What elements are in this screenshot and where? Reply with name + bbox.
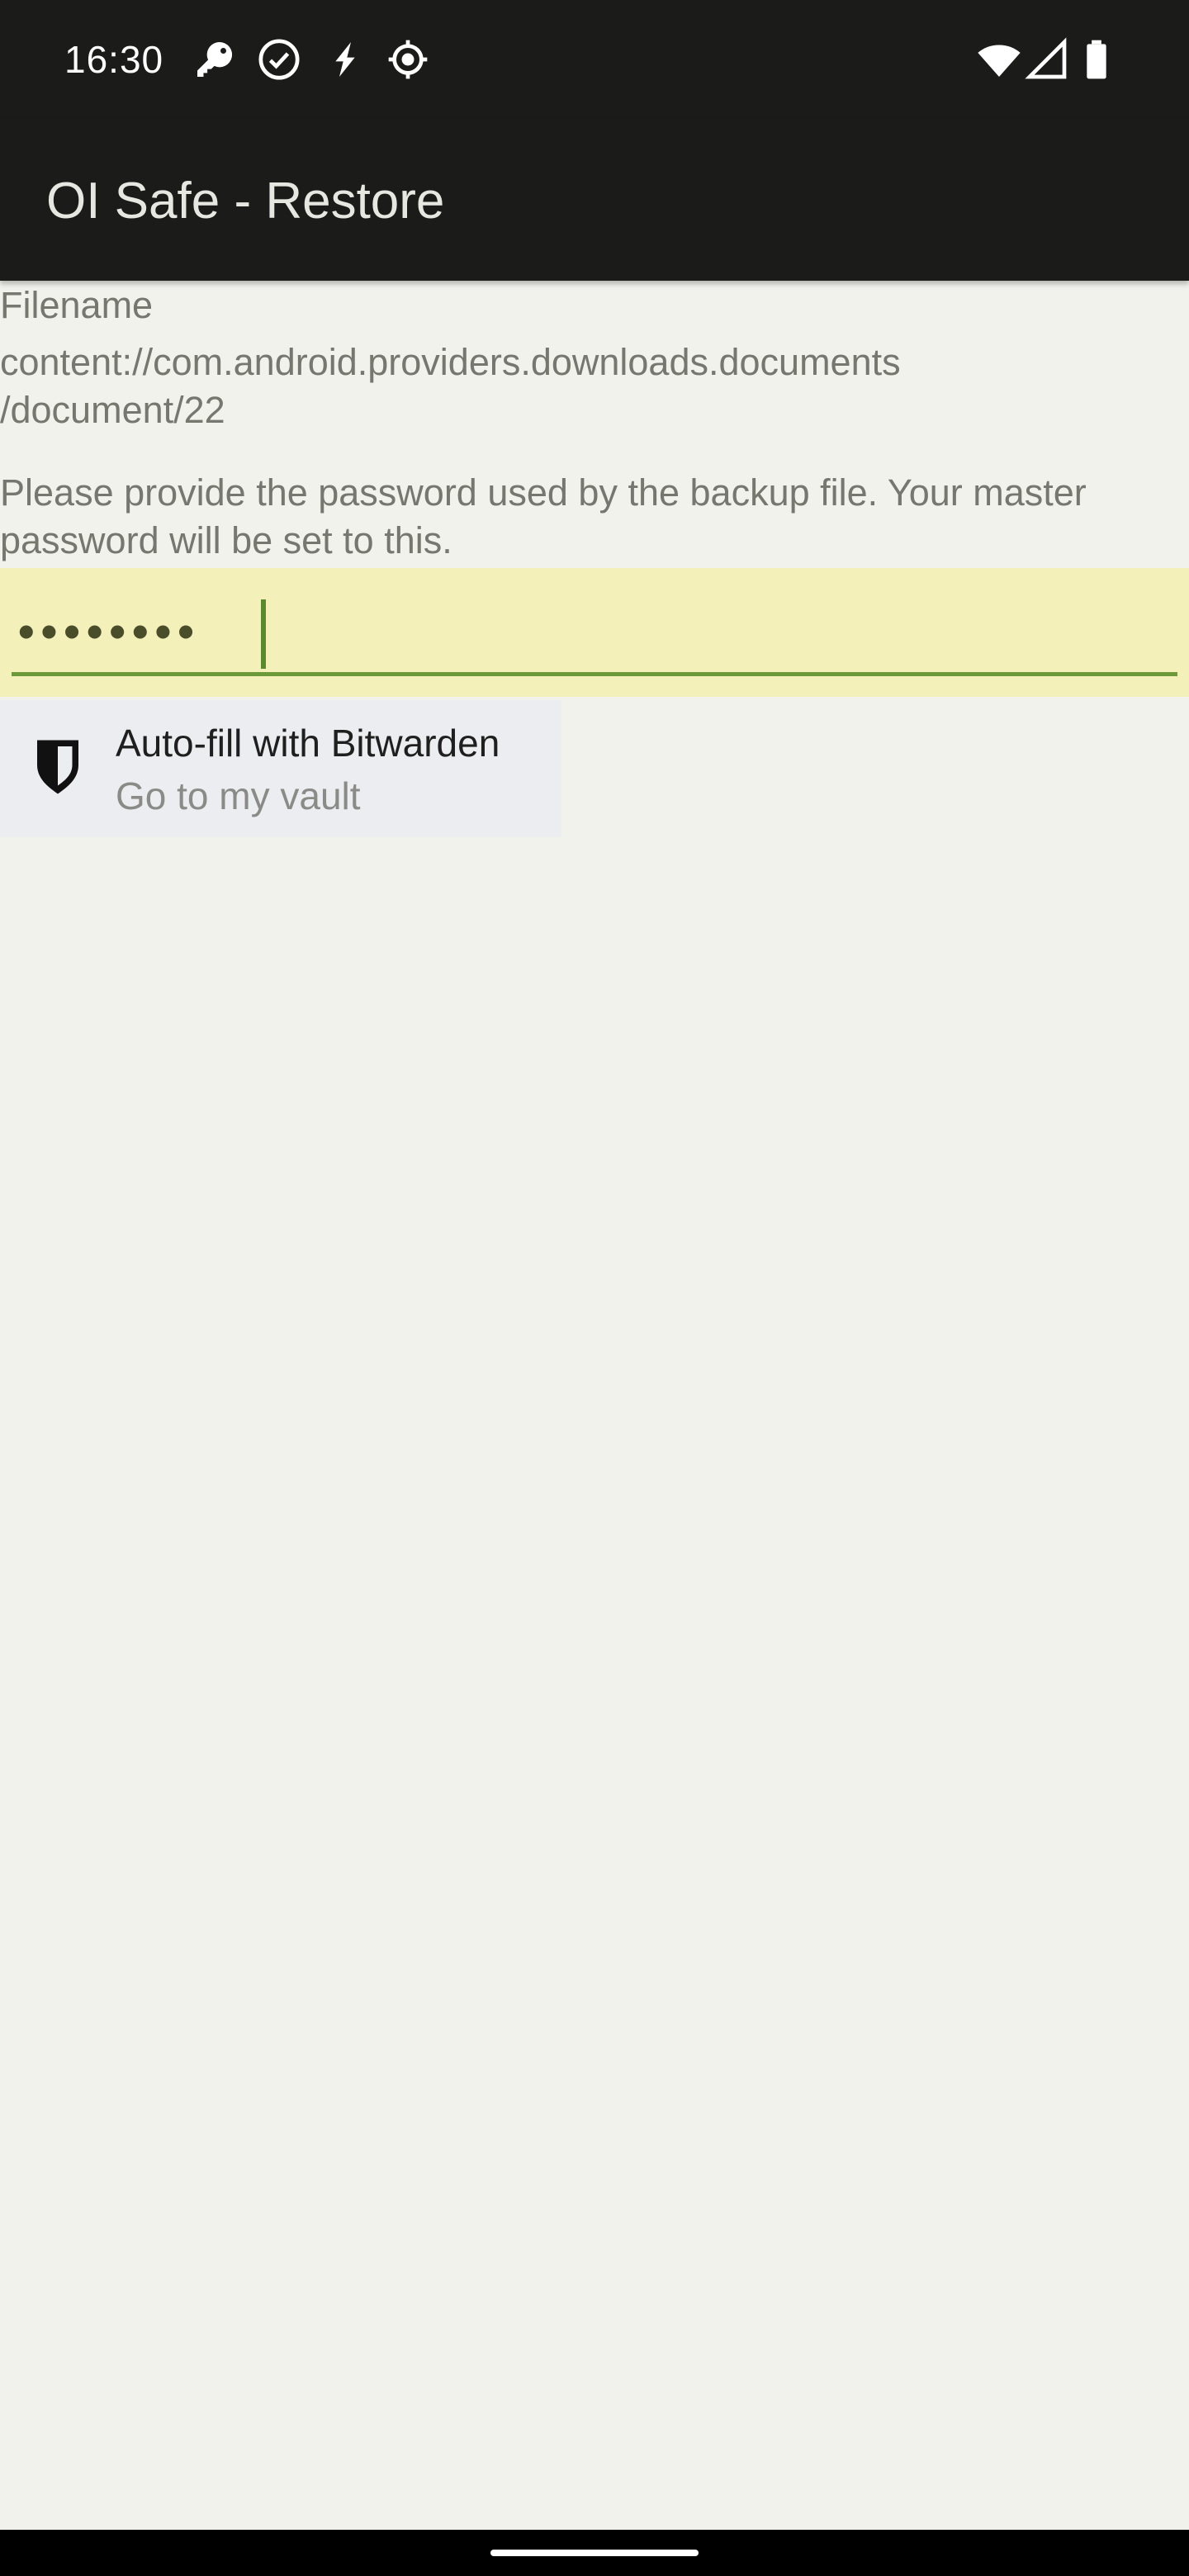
navigation-bar xyxy=(0,2530,1189,2576)
password-masked-value: •••••••• xyxy=(18,605,201,657)
autofill-subtitle: Go to my vault xyxy=(116,774,361,817)
page-title: OI Safe - Restore xyxy=(46,173,445,230)
input-underline xyxy=(12,672,1177,676)
autofill-suggestion[interactable]: Auto-fill with Bitwarden Go to my vault xyxy=(0,700,561,837)
app-bar: OI Safe - Restore xyxy=(0,119,1189,281)
location-icon xyxy=(385,36,431,83)
filename-label: Filename xyxy=(0,284,154,326)
status-time: 16:30 xyxy=(64,38,164,81)
home-gesture-handle[interactable] xyxy=(490,2550,699,2556)
text-cursor xyxy=(261,599,266,669)
check-circle-icon xyxy=(256,36,302,83)
password-input[interactable]: •••••••• xyxy=(0,568,1189,697)
battery-icon xyxy=(1073,36,1120,83)
filename-value: content://com.android.providers.download… xyxy=(0,341,901,431)
wifi-icon xyxy=(976,36,1022,83)
cell-signal-icon xyxy=(1024,36,1070,83)
autofill-title: Auto-fill with Bitwarden xyxy=(116,722,500,765)
bitwarden-shield-icon xyxy=(33,738,83,796)
key-icon xyxy=(192,36,238,83)
password-instruction: Please provide the password used by the … xyxy=(0,471,1087,561)
bolt-icon xyxy=(322,36,368,83)
status-bar: 16:30 xyxy=(0,0,1189,119)
